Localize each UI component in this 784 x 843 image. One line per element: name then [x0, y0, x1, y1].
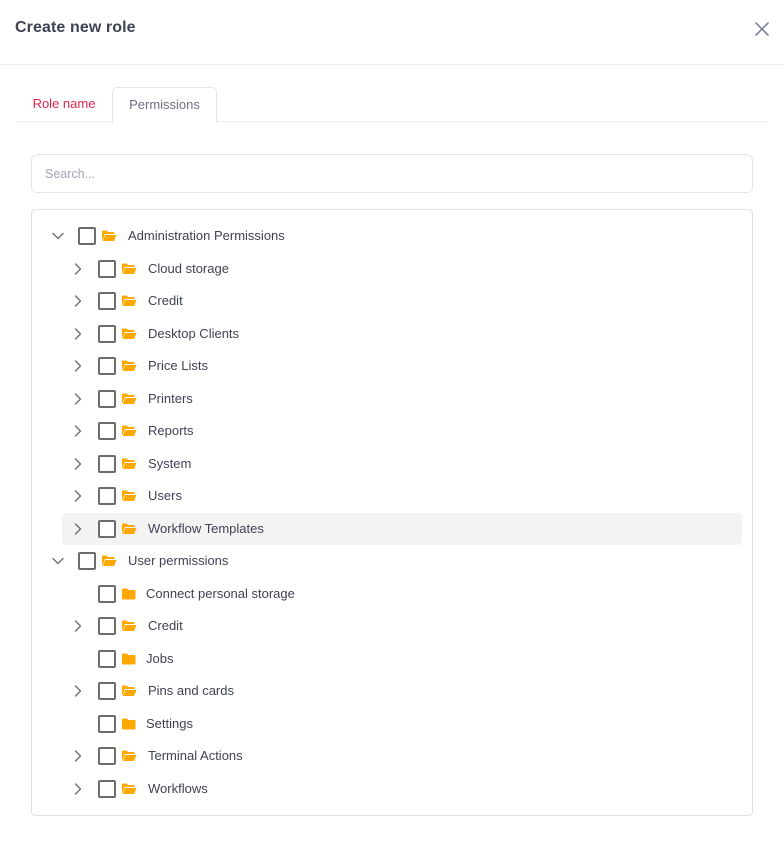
node-label[interactable]: Credit	[148, 610, 183, 642]
node-checkbox[interactable]	[98, 389, 116, 408]
chevron-right-icon[interactable]	[70, 293, 86, 309]
node-checkbox[interactable]	[98, 259, 116, 278]
node-checkbox[interactable]	[98, 747, 116, 765]
folder-open-icon	[121, 489, 137, 503]
node-checkbox[interactable]	[98, 357, 116, 375]
tree-node[interactable]: Settings	[32, 708, 752, 740]
node-label[interactable]: Administration Permissions	[128, 220, 285, 252]
node-label[interactable]: Settings	[146, 708, 193, 740]
folder-open-icon	[101, 554, 117, 568]
tree-node[interactable]: Jobs	[32, 643, 752, 675]
folder-open-icon	[121, 749, 137, 763]
tree-node[interactable]: Users	[32, 480, 752, 512]
chevron-down-icon[interactable]	[50, 228, 66, 244]
node-label[interactable]: Connect personal storage	[146, 578, 295, 610]
tab-bar: Role name Permissions	[16, 87, 768, 123]
tree-node[interactable]: Printers	[32, 383, 752, 415]
tree-node[interactable]: System	[32, 448, 752, 480]
folder-open-icon	[121, 359, 137, 373]
chevron-right-icon[interactable]	[70, 326, 86, 342]
node-checkbox[interactable]	[98, 292, 116, 310]
tree-node[interactable]: Price Lists	[32, 350, 752, 382]
node-label[interactable]: System	[148, 448, 191, 480]
chevron-right-icon[interactable]	[70, 358, 86, 374]
node-checkbox[interactable]	[98, 519, 116, 538]
folder-open-icon	[121, 424, 137, 438]
folder-open-icon	[121, 392, 137, 406]
folder-open-icon	[121, 262, 137, 276]
node-label[interactable]: Printers	[148, 383, 193, 415]
chevron-right-icon[interactable]	[70, 781, 86, 797]
tree-node[interactable]: Connect personal storage	[32, 578, 752, 610]
chevron-right-icon[interactable]	[70, 423, 86, 439]
tree-node[interactable]: Pins and cards	[32, 675, 752, 707]
search-input[interactable]	[31, 154, 753, 193]
tab-role-name[interactable]: Role name	[16, 87, 112, 122]
node-checkbox[interactable]	[78, 227, 96, 245]
chevron-down-icon[interactable]	[50, 553, 66, 569]
folder-open-icon	[121, 294, 137, 308]
node-label[interactable]: Workflows	[148, 773, 208, 805]
node-label[interactable]: Cloud storage	[148, 253, 229, 285]
node-checkbox[interactable]	[98, 714, 116, 733]
dialog-header: Create new role	[0, 0, 784, 65]
tree-node[interactable]: Reports	[32, 415, 752, 447]
node-checkbox[interactable]	[98, 584, 116, 603]
folder-open-icon	[101, 229, 117, 243]
tree-node[interactable]: Desktop Clients	[32, 318, 752, 350]
folder-icon	[121, 652, 137, 666]
node-checkbox[interactable]	[98, 779, 116, 798]
folder-icon	[121, 717, 137, 731]
tree-node[interactable]: Administration Permissions	[32, 220, 752, 252]
chevron-right-icon[interactable]	[70, 683, 86, 699]
chevron-right-icon[interactable]	[70, 618, 86, 634]
chevron-right-icon[interactable]	[70, 391, 86, 407]
permissions-tree: Administration Permissions Cloud storage C…	[31, 209, 753, 816]
chevron-right-icon[interactable]	[70, 748, 86, 764]
node-label[interactable]: Terminal Actions	[148, 740, 243, 772]
node-label[interactable]: Price Lists	[148, 350, 208, 382]
tree-node[interactable]: Terminal Actions	[32, 740, 752, 772]
node-label[interactable]: User permissions	[128, 545, 228, 577]
tree-node[interactable]: Credit	[32, 610, 752, 642]
tree-node[interactable]: Credit	[32, 285, 752, 317]
node-label[interactable]: Jobs	[146, 643, 173, 675]
node-checkbox[interactable]	[98, 617, 116, 635]
node-checkbox[interactable]	[98, 487, 116, 505]
dialog-title: Create new role	[15, 19, 136, 36]
node-label[interactable]: Credit	[148, 285, 183, 317]
node-checkbox[interactable]	[98, 324, 116, 343]
close-button[interactable]	[750, 17, 774, 41]
tree-node[interactable]: User permissions	[32, 545, 752, 577]
folder-open-icon	[121, 327, 137, 341]
chevron-right-icon[interactable]	[70, 488, 86, 504]
node-checkbox[interactable]	[98, 454, 116, 473]
close-icon	[755, 22, 769, 36]
node-label[interactable]: Reports	[148, 415, 194, 447]
chevron-right-icon[interactable]	[70, 261, 86, 277]
tree-node[interactable]: Workflows	[32, 773, 752, 805]
node-label[interactable]: Users	[148, 480, 182, 512]
node-checkbox[interactable]	[98, 682, 116, 700]
chevron-right-icon[interactable]	[70, 456, 86, 472]
tab-permissions[interactable]: Permissions	[112, 87, 217, 123]
tree-node[interactable]: Workflow Templates	[32, 512, 752, 545]
chevron-right-icon[interactable]	[70, 521, 86, 537]
folder-open-icon	[121, 457, 137, 471]
folder-open-icon	[121, 684, 137, 698]
node-label[interactable]: Workflow Templates	[148, 513, 264, 545]
node-checkbox[interactable]	[78, 552, 96, 570]
folder-open-icon	[121, 619, 137, 633]
folder-open-icon	[121, 522, 137, 536]
folder-icon	[121, 587, 137, 601]
node-checkbox[interactable]	[98, 422, 116, 440]
node-label[interactable]: Pins and cards	[148, 675, 234, 707]
node-label[interactable]: Desktop Clients	[148, 318, 239, 350]
node-checkbox[interactable]	[98, 649, 116, 668]
tree-node[interactable]: Cloud storage	[32, 253, 752, 285]
folder-open-icon	[121, 782, 137, 796]
